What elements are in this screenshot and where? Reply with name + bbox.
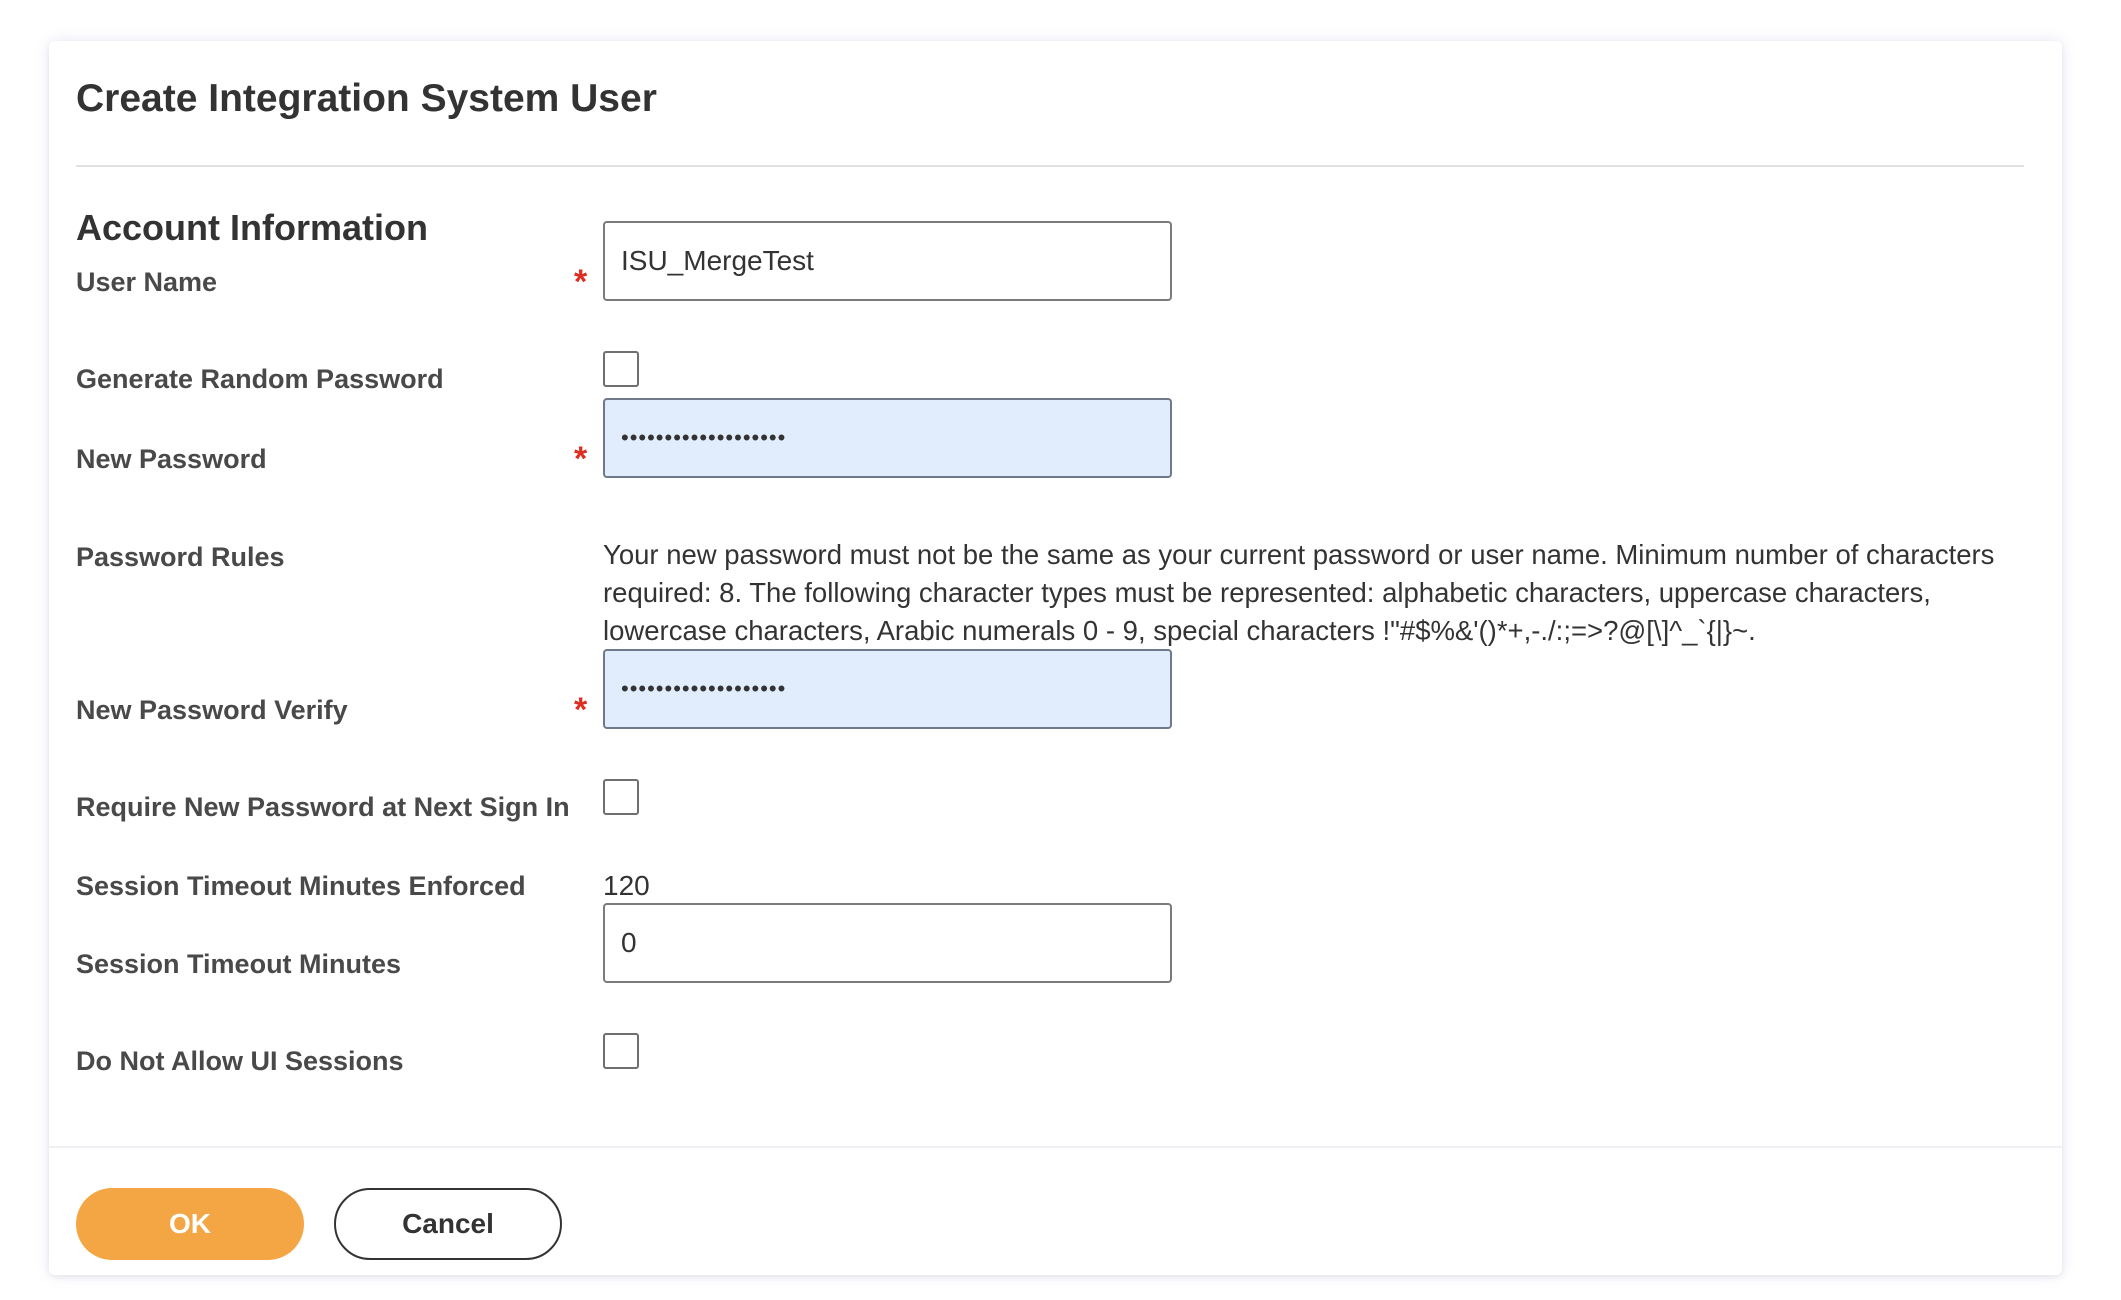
generate-random-password-checkbox[interactable] (603, 351, 639, 387)
footer-divider (49, 1146, 2062, 1148)
new-password-label: New Password (76, 444, 267, 474)
generate-random-password-label: Generate Random Password (76, 364, 444, 394)
cancel-button[interactable]: Cancel (334, 1188, 562, 1260)
new-password-verify-input[interactable] (603, 649, 1172, 729)
section-title: Account Information (76, 207, 428, 248)
session-timeout-minutes-input[interactable] (603, 903, 1172, 983)
do-not-allow-ui-sessions-label: Do Not Allow UI Sessions (76, 1046, 404, 1076)
dialog-title: Create Integration System User (76, 77, 657, 120)
session-timeout-enforced-label: Session Timeout Minutes Enforced (76, 871, 526, 901)
password-rules-text: Your new password must not be the same a… (603, 539, 1995, 646)
require-new-password-label: Require New Password at Next Sign In (76, 792, 570, 822)
ok-button[interactable]: OK (76, 1188, 304, 1260)
title-divider (76, 165, 2024, 167)
do-not-allow-ui-sessions-checkbox[interactable] (603, 1033, 639, 1069)
user-name-label: User Name (76, 267, 218, 297)
required-icon: * (574, 691, 588, 729)
session-timeout-minutes-label: Session Timeout Minutes (76, 949, 402, 979)
password-rules-label: Password Rules (76, 542, 285, 572)
required-icon: * (574, 263, 588, 301)
required-icon: * (574, 440, 588, 478)
user-name-input[interactable] (603, 221, 1172, 301)
create-isu-dialog: Create Integration System User Account I… (49, 41, 2062, 1275)
session-timeout-enforced-value: 120 (603, 870, 650, 901)
new-password-verify-label: New Password Verify (76, 695, 348, 725)
require-new-password-checkbox[interactable] (603, 779, 639, 815)
new-password-input[interactable] (603, 398, 1172, 478)
